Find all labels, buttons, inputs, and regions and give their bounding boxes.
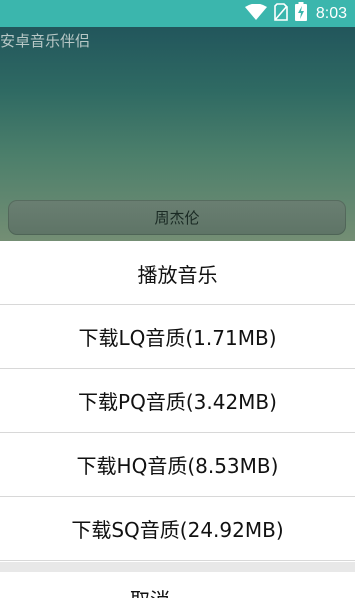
status-icons: 8:03: [244, 2, 347, 25]
cancel-button[interactable]: 取消: [0, 572, 355, 598]
action-sheet: 播放音乐 下载LQ音质(1.71MB) 下载PQ音质(3.42MB) 下载HQ音…: [0, 242, 355, 598]
download-lq-button[interactable]: 下载LQ音质(1.71MB): [0, 305, 355, 369]
status-time: 8:03: [315, 4, 347, 22]
wifi-icon: [244, 3, 267, 24]
download-hq-button[interactable]: 下载HQ音质(8.53MB): [0, 433, 355, 497]
download-pq-button[interactable]: 下载PQ音质(3.42MB): [0, 369, 355, 433]
battery-icon: [294, 2, 307, 25]
artist-button[interactable]: 周杰伦: [8, 200, 346, 235]
cancel-label: 取消: [130, 584, 170, 598]
sheet-divider: [0, 562, 355, 572]
no-sim-icon: [274, 2, 288, 25]
play-music-button[interactable]: 播放音乐: [0, 242, 355, 305]
download-sq-button[interactable]: 下载SQ音质(24.92MB): [0, 497, 355, 561]
screen: 8:03 安卓音乐伴侣 周杰伦 播放音乐 下载LQ音质(1.71MB) 下载PQ…: [0, 0, 355, 598]
app-title: 安卓音乐伴侣: [0, 32, 91, 50]
status-bar: 8:03: [0, 0, 355, 27]
